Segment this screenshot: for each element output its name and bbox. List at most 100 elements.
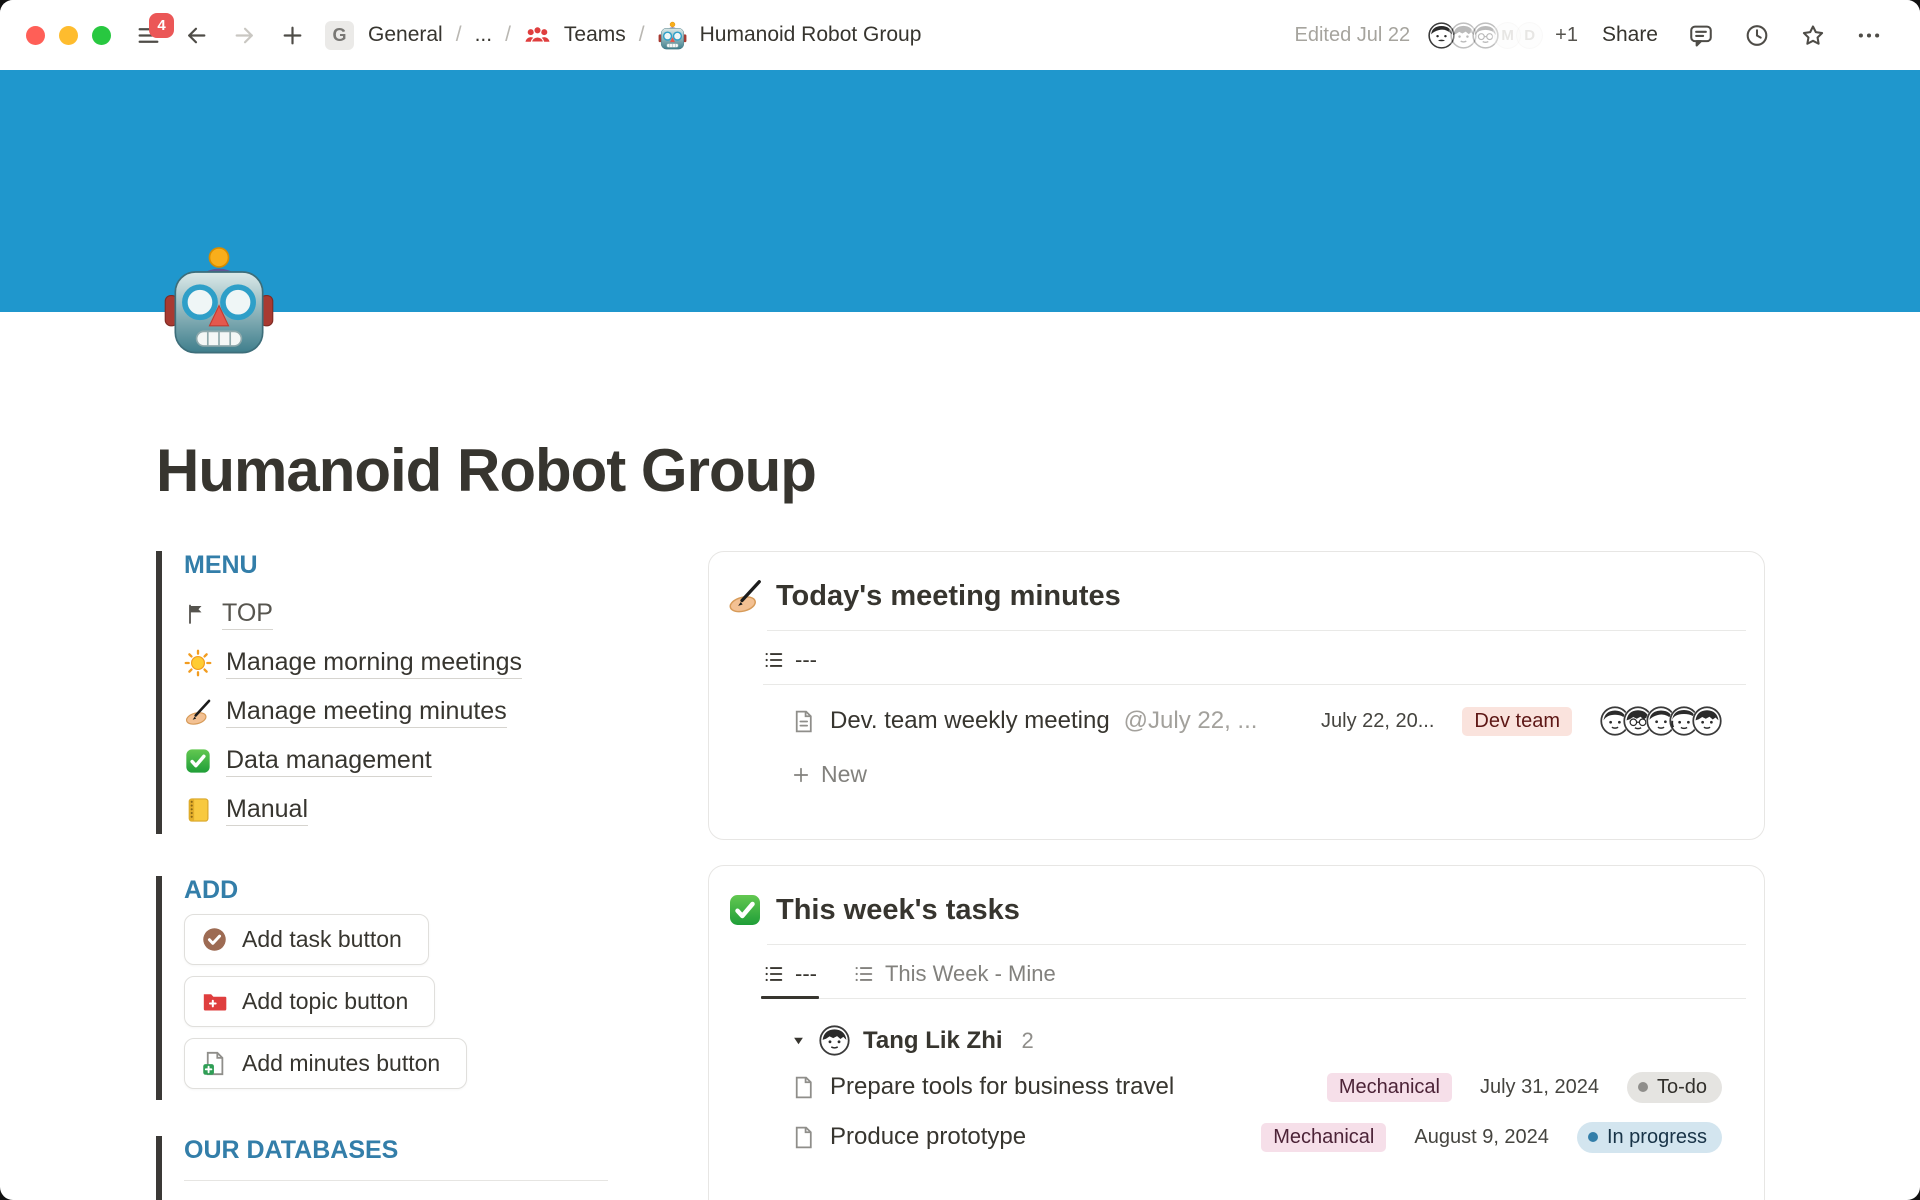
avatar-overflow-count[interactable]: +1 [1555, 24, 1578, 47]
share-button[interactable]: Share [1602, 23, 1658, 47]
teams-people-icon [524, 22, 551, 49]
group-avatar [819, 1025, 850, 1056]
add-button-label: Add minutes button [242, 1050, 440, 1077]
close-window-button[interactable] [26, 26, 45, 45]
list-view-icon [763, 649, 785, 671]
task-title: Prepare tools for business travel [830, 1073, 1174, 1101]
list-view-icon [853, 963, 875, 985]
minimize-window-button[interactable] [59, 26, 78, 45]
forward-button[interactable] [231, 22, 257, 48]
menu-item-morning-meetings[interactable]: Manage morning meetings [184, 638, 626, 687]
flag-icon [184, 600, 208, 628]
page-title[interactable]: Humanoid Robot Group [156, 436, 1765, 505]
card-title: Today's meeting minutes [776, 580, 1121, 613]
comment-icon [1688, 22, 1714, 49]
document-icon [791, 1075, 816, 1100]
add-minutes-button[interactable]: Add minutes button [184, 1038, 467, 1089]
group-count: 2 [1022, 1028, 1034, 1054]
new-tab-button[interactable] [279, 22, 305, 48]
robot-emoji-icon [163, 244, 275, 356]
task-date: July 31, 2024 [1480, 1076, 1599, 1099]
menu-item-meeting-minutes[interactable]: Manage meeting minutes [184, 687, 626, 736]
add-button-label: Add topic button [242, 988, 408, 1015]
menu-item-label: TOP [222, 598, 273, 630]
breadcrumb-general[interactable]: General [368, 23, 443, 47]
menu-item-label: Data management [226, 745, 432, 777]
add-button-label: Add task button [242, 926, 402, 953]
status-badge: In progress [1577, 1122, 1722, 1153]
toggle-triangle-icon[interactable] [791, 1033, 806, 1048]
traffic-lights [26, 26, 111, 45]
avatar-letter-d: D [1514, 20, 1545, 51]
minutes-view-tabs: --- [763, 631, 1746, 685]
menu-item-data-management[interactable]: Data management [184, 736, 626, 785]
page-cover[interactable] [0, 70, 1920, 312]
menu-item-manual[interactable]: Manual [184, 785, 626, 834]
page-body: Humanoid Robot Group MENU TOP [0, 436, 1920, 1200]
tasks-card: This week's tasks --- This Week - Mine [708, 865, 1765, 1200]
add-header: ADD [184, 876, 626, 904]
status-label: To-do [1657, 1076, 1707, 1099]
view-tab-label: This Week - Mine [885, 961, 1056, 987]
presence-avatars[interactable]: M D [1426, 20, 1545, 51]
view-tab-label: --- [795, 647, 817, 673]
favorite-button[interactable] [1800, 22, 1826, 48]
category-tag: Mechanical [1261, 1123, 1386, 1152]
ellipsis-icon [1856, 22, 1882, 49]
breadcrumb-separator: / [456, 23, 462, 47]
databases-section: OUR DATABASES Minutes DB [156, 1136, 626, 1200]
minutes-row[interactable]: Dev. team weekly meeting @July 22, ... J… [709, 693, 1764, 749]
add-topic-button[interactable]: Add topic button [184, 976, 435, 1027]
check-mark-icon [727, 892, 763, 928]
menu-header: MENU [184, 551, 626, 579]
task-row[interactable]: Produce prototype Mechanical August 9, 2… [709, 1112, 1764, 1162]
group-name: Tang Lik Zhi [863, 1027, 1003, 1055]
status-badge: To-do [1627, 1072, 1722, 1103]
robot-emoji-icon [658, 21, 687, 50]
group-header: Tang Lik Zhi 2 [791, 1025, 1722, 1056]
divider [184, 1180, 608, 1181]
card-title: This week's tasks [776, 894, 1020, 927]
minutes-card: Today's meeting minutes --- [708, 551, 1765, 840]
status-dot [1638, 1082, 1648, 1092]
task-title: Produce prototype [830, 1123, 1026, 1151]
breadcrumb-ellipsis[interactable]: ... [475, 23, 493, 47]
left-column: MENU TOP Manage morning meetings [156, 551, 626, 1200]
view-tab[interactable]: This Week - Mine [853, 961, 1056, 987]
new-entry-button[interactable]: New [709, 749, 1764, 788]
view-tab-active[interactable]: --- [763, 961, 817, 987]
menu-item-top[interactable]: TOP [184, 589, 626, 638]
toolbar-actions [1688, 22, 1882, 48]
view-tab-label: --- [795, 961, 817, 987]
view-tab[interactable]: --- [763, 647, 817, 673]
back-button[interactable] [183, 22, 209, 48]
add-section: ADD Add task button Add topi [156, 876, 626, 1100]
menu-section: MENU TOP Manage morning meetings [156, 551, 626, 834]
page-icon-robot[interactable] [163, 244, 275, 356]
updates-button[interactable] [1744, 22, 1770, 48]
add-task-button[interactable]: Add task button [184, 914, 429, 965]
status-label: In progress [1607, 1126, 1707, 1149]
sidebar-toggle-button[interactable]: 4 [135, 22, 161, 48]
edited-timestamp: Edited Jul 22 [1295, 24, 1411, 47]
more-options-button[interactable] [1856, 22, 1882, 48]
menu-item-label: Manage morning meetings [226, 647, 522, 679]
workspace-icon[interactable]: G [325, 21, 354, 50]
right-column: Today's meeting minutes --- [708, 551, 1765, 1200]
status-dot [1588, 1132, 1598, 1142]
toolbar: 4 G General / ... / Teams / [0, 0, 1920, 70]
databases-header: OUR DATABASES [184, 1136, 626, 1164]
breadcrumb: General / ... / Teams / Humanoid Robot G… [368, 21, 921, 50]
minutes-row-date: July 22, 20... [1321, 710, 1434, 733]
plus-icon [280, 23, 305, 48]
check-mark-icon [184, 747, 212, 775]
breadcrumb-teams[interactable]: Teams [564, 23, 626, 47]
notification-badge: 4 [149, 13, 174, 38]
star-icon [1800, 22, 1826, 49]
breadcrumb-page[interactable]: Humanoid Robot Group [700, 23, 922, 47]
writing-hand-icon [184, 698, 212, 726]
task-row[interactable]: Prepare tools for business travel Mechan… [709, 1062, 1764, 1112]
comments-button[interactable] [1688, 22, 1714, 48]
minutes-row-title: Dev. team weekly meeting [830, 707, 1110, 735]
zoom-window-button[interactable] [92, 26, 111, 45]
